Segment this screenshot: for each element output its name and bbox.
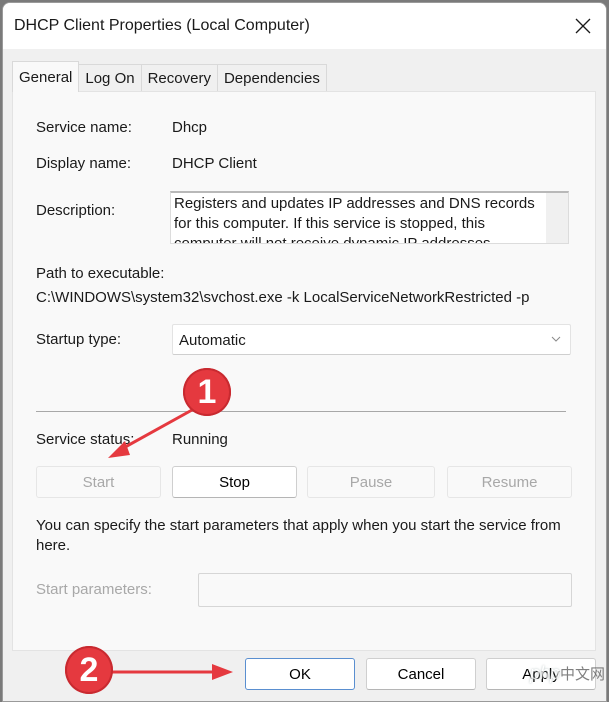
path-value: C:\WINDOWS\system32\svchost.exe -k Local…: [36, 289, 530, 306]
tab-dependencies[interactable]: Dependencies: [216, 64, 327, 92]
annotation-badge-2: 2: [65, 646, 113, 694]
close-icon: [575, 18, 591, 34]
description-box[interactable]: Registers and updates IP addresses and D…: [170, 191, 569, 244]
general-panel: Service name: Dhcp Display name: DHCP Cl…: [12, 91, 596, 651]
tab-label: Log On: [85, 70, 135, 87]
ok-button[interactable]: OK: [245, 658, 355, 690]
pause-button[interactable]: Pause: [307, 466, 435, 498]
tab-log-on[interactable]: Log On: [78, 64, 142, 92]
description-text: Registers and updates IP addresses and D…: [174, 195, 535, 244]
close-button[interactable]: [560, 3, 606, 49]
service-status-label: Service status:: [36, 431, 135, 448]
divider: [36, 411, 566, 412]
service-status-value: Running: [172, 431, 228, 448]
display-name-label: Display name:: [36, 155, 132, 172]
tab-label: Dependencies: [223, 70, 320, 87]
start-button[interactable]: Start: [36, 466, 161, 498]
tab-recovery[interactable]: Recovery: [140, 64, 218, 92]
display-name-value: DHCP Client: [172, 155, 257, 172]
startup-type-label: Startup type:: [36, 331, 122, 348]
properties-dialog: DHCP Client Properties (Local Computer) …: [2, 2, 607, 702]
tab-label: General: [19, 68, 73, 86]
tab-label: Recovery: [147, 70, 211, 87]
window-title: DHCP Client Properties (Local Computer): [14, 17, 310, 34]
watermark-text: 中文网: [559, 666, 605, 683]
start-params-label: Start parameters:: [36, 581, 152, 598]
tab-bar: General Log On Recovery Dependencies: [12, 61, 327, 92]
stop-button[interactable]: Stop: [172, 466, 297, 498]
start-params-info: You can specify the start parameters tha…: [36, 517, 561, 554]
service-name-label: Service name:: [36, 119, 132, 136]
start-params-input[interactable]: [198, 573, 572, 607]
cancel-button[interactable]: Cancel: [366, 658, 476, 690]
description-label: Description:: [36, 202, 116, 219]
watermark: php中文网: [530, 663, 605, 684]
title-bar: DHCP Client Properties (Local Computer): [3, 3, 606, 49]
watermark-brand: php: [529, 663, 560, 683]
resume-button[interactable]: Resume: [447, 466, 572, 498]
tab-general[interactable]: General: [12, 61, 80, 92]
annotation-badge-1: 1: [183, 368, 231, 416]
chevron-down-icon: [551, 336, 561, 342]
service-name-value: Dhcp: [172, 119, 208, 136]
description-scrollbar[interactable]: [546, 193, 568, 243]
startup-type-value: Automatic: [179, 332, 246, 349]
startup-type-select[interactable]: Automatic: [172, 324, 571, 355]
path-label: Path to executable:: [36, 265, 165, 282]
